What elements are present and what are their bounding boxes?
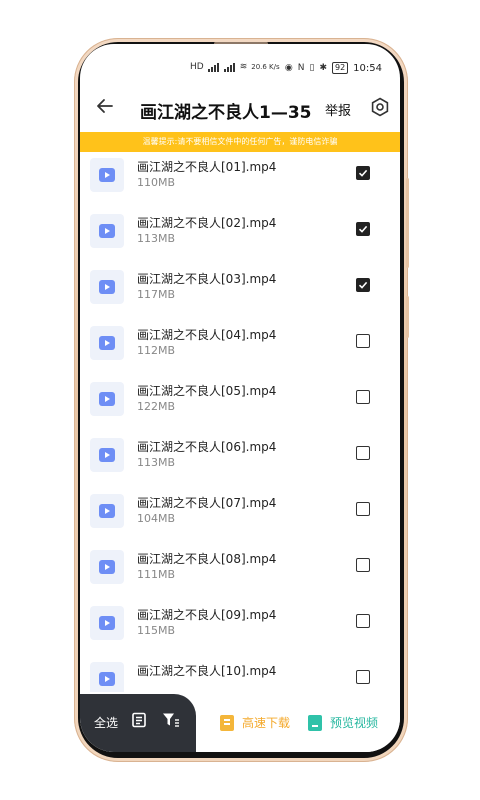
file-row[interactable]: 画江湖之不良人[08].mp4 111MB xyxy=(80,544,400,600)
file-checkbox[interactable] xyxy=(356,334,370,348)
file-checkbox[interactable] xyxy=(356,502,370,516)
file-name: 画江湖之不良人[10].mp4 xyxy=(137,664,277,678)
filter-icon[interactable] xyxy=(162,712,180,728)
preview-video-button[interactable]: 预览视频 xyxy=(308,714,378,731)
power-button xyxy=(406,296,409,338)
file-size: 104MB xyxy=(137,512,176,525)
selection-toolbar: 全选 xyxy=(80,694,196,752)
file-name: 画江湖之不良人[08].mp4 xyxy=(137,552,277,566)
preview-video-label: 预览视频 xyxy=(330,716,379,730)
file-name: 画江湖之不良人[06].mp4 xyxy=(137,440,277,454)
file-list: 画江湖之不良人[01].mp4 110MB 画江湖之不良人[02].mp4 11… xyxy=(80,152,400,692)
bluetooth-icon: ✱ xyxy=(319,63,327,73)
bottom-toolbar: 全选 高速下载 预览视频 xyxy=(80,694,400,752)
net-speed: 20.6 K/s xyxy=(251,63,280,71)
file-size: 113MB xyxy=(137,232,176,245)
nfc-icon: N xyxy=(297,63,305,73)
file-row[interactable]: 画江湖之不良人[10].mp4 xyxy=(80,656,400,692)
vibrate-icon: ▯ xyxy=(309,63,315,73)
file-size: 113MB xyxy=(137,456,176,469)
file-checkbox[interactable] xyxy=(356,446,370,460)
battery-indicator: 92 xyxy=(331,62,349,74)
volume-button xyxy=(406,178,409,268)
status-right: ◉ N ▯ ✱ 92 10:54 xyxy=(285,62,382,74)
file-size: 117MB xyxy=(137,288,176,301)
clock: 10:54 xyxy=(353,62,382,74)
file-size: 122MB xyxy=(137,400,176,413)
file-name: 画江湖之不良人[07].mp4 xyxy=(137,496,277,510)
video-file-icon xyxy=(90,438,124,472)
file-checkbox[interactable] xyxy=(356,670,370,684)
video-file-icon xyxy=(90,382,124,416)
page-title: 画江湖之不良人1—35 xyxy=(140,103,312,123)
select-all-button[interactable]: 全选 xyxy=(94,714,118,731)
video-file-icon xyxy=(90,606,124,640)
file-size: 111MB xyxy=(137,568,176,581)
video-file-icon xyxy=(90,494,124,528)
file-row[interactable]: 画江湖之不良人[07].mp4 104MB xyxy=(80,488,400,544)
fast-download-button[interactable]: 高速下载 xyxy=(220,714,290,731)
warning-banner: 温馨提示:请不要相信文件中的任何广告，谨防电信诈骗 xyxy=(80,132,400,152)
signal-icon xyxy=(207,62,219,72)
file-checkbox[interactable] xyxy=(356,222,370,236)
report-button[interactable]: 举报 xyxy=(325,100,351,119)
file-checkbox[interactable] xyxy=(356,614,370,628)
hd-icon: HD xyxy=(190,62,204,72)
video-file-icon xyxy=(90,214,124,248)
file-row[interactable]: 画江湖之不良人[04].mp4 112MB xyxy=(80,320,400,376)
back-arrow-icon xyxy=(97,99,113,113)
app-header: 画江湖之不良人1—35 举报 xyxy=(80,90,400,130)
file-row[interactable]: 画江湖之不良人[06].mp4 113MB xyxy=(80,432,400,488)
file-checkbox[interactable] xyxy=(356,278,370,292)
file-checkbox[interactable] xyxy=(356,166,370,180)
file-row[interactable]: 画江湖之不良人[02].mp4 113MB xyxy=(80,208,400,264)
file-name: 画江湖之不良人[04].mp4 xyxy=(137,328,277,342)
status-bar: HD ≋ 20.6 K/s ◉ N ▯ ✱ 92 10:54 xyxy=(80,58,400,78)
file-size: 115MB xyxy=(137,624,176,637)
file-checkbox[interactable] xyxy=(356,390,370,404)
file-name: 画江湖之不良人[03].mp4 xyxy=(137,272,277,286)
video-file-icon xyxy=(90,270,124,304)
file-checkbox[interactable] xyxy=(356,558,370,572)
status-left: HD ≋ 20.6 K/s xyxy=(190,62,280,72)
check-icon xyxy=(358,169,368,177)
eye-icon: ◉ xyxy=(284,63,293,73)
video-file-icon xyxy=(90,158,124,192)
video-file-icon xyxy=(90,662,124,692)
file-size: 112MB xyxy=(137,344,176,357)
file-name: 画江湖之不良人[01].mp4 xyxy=(137,160,277,174)
check-icon xyxy=(358,225,368,233)
settings-button[interactable] xyxy=(370,97,392,119)
download-icon xyxy=(220,714,234,731)
file-row[interactable]: 画江湖之不良人[03].mp4 117MB xyxy=(80,264,400,320)
wifi-icon: ≋ xyxy=(239,62,248,72)
fast-download-label: 高速下载 xyxy=(242,716,291,730)
file-name: 画江湖之不良人[05].mp4 xyxy=(137,384,277,398)
check-icon xyxy=(358,281,368,289)
back-button[interactable] xyxy=(94,96,116,120)
video-file-icon xyxy=(90,326,124,360)
video-file-icon xyxy=(90,550,124,584)
file-row[interactable]: 画江湖之不良人[09].mp4 115MB xyxy=(80,600,400,656)
gear-icon xyxy=(371,97,389,117)
file-name: 画江湖之不良人[02].mp4 xyxy=(137,216,277,230)
file-row[interactable]: 画江湖之不良人[01].mp4 110MB xyxy=(80,152,400,208)
file-size: 110MB xyxy=(137,176,176,189)
file-name: 画江湖之不良人[09].mp4 xyxy=(137,608,277,622)
preview-icon xyxy=(308,714,322,731)
file-row[interactable]: 画江湖之不良人[05].mp4 122MB xyxy=(80,376,400,432)
app-screen: HD ≋ 20.6 K/s ◉ N ▯ ✱ 92 10:54 画江湖之不良人1—… xyxy=(80,44,400,752)
document-list-icon[interactable] xyxy=(131,712,147,728)
signal-icon-2 xyxy=(223,62,235,72)
